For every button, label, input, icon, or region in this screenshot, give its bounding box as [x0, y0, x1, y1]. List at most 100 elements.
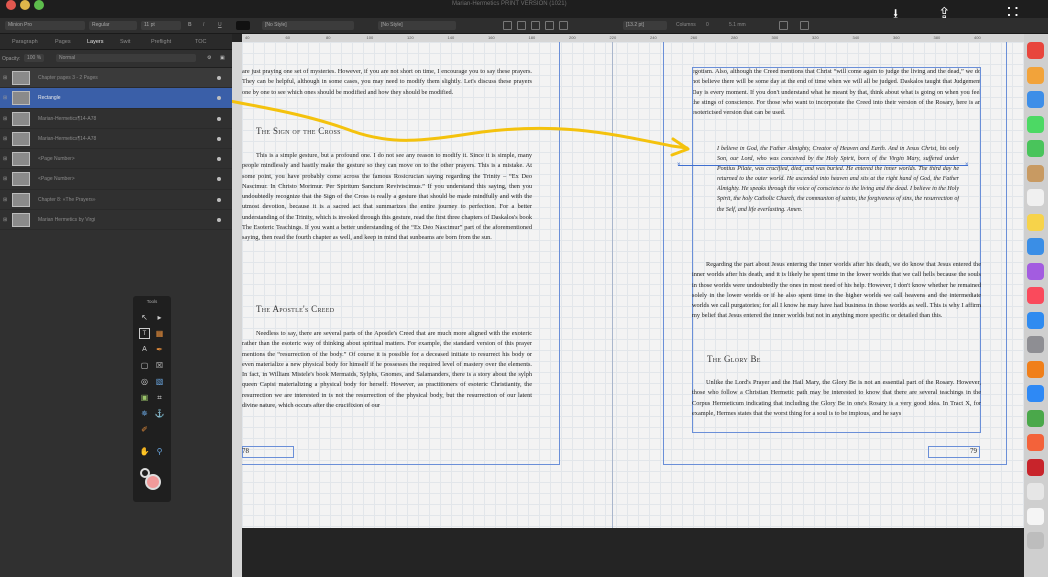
layer-row[interactable]: ⊞ <Page Number>: [0, 149, 232, 170]
text-frame-tool-icon[interactable]: T: [139, 328, 150, 339]
preview-icon[interactable]: [1027, 483, 1044, 500]
paragraph-style-select[interactable]: [No Style]: [262, 21, 354, 30]
expand-layer-icon[interactable]: ⊞: [3, 197, 7, 203]
visibility-toggle[interactable]: [217, 136, 221, 141]
layer-row[interactable]: ⊞ Chapter 8: «The Prayers»: [0, 190, 232, 211]
tab-pages[interactable]: Pages: [55, 39, 71, 45]
visibility-toggle[interactable]: [217, 96, 221, 101]
mac-dock: [1024, 34, 1048, 577]
studio-panel: Paragraph Pages Layers Swit Preflight TO…: [0, 34, 232, 577]
font-size-field[interactable]: 11 pt: [141, 21, 181, 30]
appstore-icon[interactable]: [1027, 311, 1044, 329]
podcasts-icon[interactable]: [1027, 262, 1044, 280]
expand-layer-icon[interactable]: ⊞: [3, 95, 7, 101]
vlc-icon[interactable]: [1027, 360, 1044, 378]
vector-crop-icon[interactable]: ▣: [139, 392, 150, 403]
align-right-icon[interactable]: [531, 21, 540, 30]
tab-paragraph[interactable]: Paragraph: [12, 39, 38, 45]
expand-layer-icon[interactable]: ⊞: [3, 136, 7, 142]
align-center-icon[interactable]: [517, 21, 526, 30]
visibility-toggle[interactable]: [217, 197, 221, 202]
lock-icon[interactable]: ▣: [220, 55, 225, 61]
photos-icon[interactable]: [1027, 66, 1044, 84]
visibility-toggle[interactable]: [217, 76, 221, 80]
messenger-icon[interactable]: [1027, 385, 1044, 402]
calendar-icon[interactable]: [1027, 189, 1044, 206]
gutter-value[interactable]: 5.1 mm: [729, 22, 746, 28]
character-style-select[interactable]: [No Style]: [378, 21, 456, 30]
visibility-toggle[interactable]: [217, 157, 221, 162]
visibility-toggle[interactable]: [217, 218, 221, 223]
publisher-icon[interactable]: [1027, 458, 1044, 476]
ellipse-tool-icon[interactable]: ◎: [139, 376, 150, 387]
node-tool-icon[interactable]: ▸: [154, 312, 165, 323]
tab-toc[interactable]: TOC: [195, 39, 207, 45]
table-tool-icon[interactable]: ▦: [154, 328, 165, 339]
hand-tool-icon[interactable]: ✋: [139, 446, 150, 457]
tab-preflight[interactable]: Preflight: [151, 39, 171, 45]
mail-icon[interactable]: [1027, 238, 1044, 255]
blend-mode-select[interactable]: Normal: [56, 54, 196, 62]
artistic-text-icon[interactable]: A: [139, 344, 150, 355]
textedit-icon[interactable]: [1027, 507, 1044, 525]
layer-row[interactable]: ⊞ Marian Hermetics by Virgi: [0, 210, 232, 231]
tab-swit[interactable]: Swit: [120, 39, 130, 45]
columns-value[interactable]: 0: [706, 22, 709, 28]
layer-settings-icon[interactable]: ⚙: [207, 55, 211, 61]
font-family-select[interactable]: Minion Pro: [5, 21, 85, 30]
expand-layer-icon[interactable]: ⊞: [3, 116, 7, 122]
facetime-icon[interactable]: [1027, 140, 1044, 157]
visibility-toggle[interactable]: [217, 116, 221, 121]
justify-icon[interactable]: [545, 21, 554, 30]
bold-button[interactable]: B: [188, 22, 192, 28]
text-color-swatch[interactable]: [236, 21, 250, 30]
underline-button[interactable]: U: [218, 22, 222, 28]
layer-row[interactable]: ⊞ Chapter pages 3 - 2 Pages: [0, 68, 232, 89]
leading-field[interactable]: [13.2 pt]: [623, 21, 667, 30]
pen-tool-icon[interactable]: ✒: [154, 344, 165, 355]
tab-layers[interactable]: Layers: [87, 39, 104, 45]
fill-tool-icon[interactable]: ✵: [139, 408, 150, 419]
align-left-icon[interactable]: [503, 21, 512, 30]
place-image-icon[interactable]: ▧: [154, 376, 165, 387]
expand-layer-icon[interactable]: ⊞: [3, 176, 7, 182]
expand-layer-icon[interactable]: ⊞: [3, 156, 7, 162]
settings-icon[interactable]: [1027, 336, 1044, 353]
brave-icon[interactable]: [1027, 434, 1044, 451]
document-canvas[interactable]: 40 60 80 100 120 140 160 180 200 220 240 260 280 300 3…: [232, 34, 1024, 577]
font-style-select[interactable]: Regular: [89, 21, 137, 30]
layer-row[interactable]: ⊞ Rectangle: [0, 88, 232, 109]
stroke-color-swatch[interactable]: [140, 468, 150, 478]
opacity-field[interactable]: 100 %: [24, 54, 45, 62]
frame-options-icon[interactable]: [779, 21, 788, 30]
color-picker-icon[interactable]: ✐: [139, 424, 150, 435]
utorrent-icon[interactable]: [1027, 409, 1044, 427]
crop-tool-icon[interactable]: ⌗: [154, 392, 165, 403]
layer-row[interactable]: ⊞ <Page Number>: [0, 169, 232, 190]
layer-row[interactable]: ⊞ Marian-Hermetics¶14-A78: [0, 129, 232, 150]
text-wrap-icon[interactable]: [800, 21, 809, 30]
finder-icon[interactable]: [1027, 164, 1044, 182]
rectangle-tool-icon[interactable]: ▢: [139, 360, 150, 371]
italic-button[interactable]: I: [203, 22, 204, 28]
layer-name: Marian-Hermetics¶14-A78: [38, 115, 97, 122]
close-window-button[interactable]: [6, 0, 16, 10]
music-icon[interactable]: [1027, 287, 1044, 304]
justify-all-icon[interactable]: [559, 21, 568, 30]
messages-icon[interactable]: [1027, 115, 1044, 133]
zoom-tool-icon[interactable]: ⚲: [154, 446, 165, 457]
layer-row[interactable]: ⊞ Marian-Hermetics¶14-A78: [0, 109, 232, 129]
visibility-toggle[interactable]: [217, 177, 221, 182]
notes-icon[interactable]: [1027, 213, 1044, 231]
columns-label: Columns: [676, 22, 696, 28]
transparency-tool-icon[interactable]: ⚓: [154, 408, 165, 419]
move-tool-icon[interactable]: ↖: [139, 312, 150, 323]
zoom-window-button[interactable]: [34, 0, 44, 10]
expand-layer-icon[interactable]: ⊞: [3, 217, 7, 223]
minimize-window-button[interactable]: [20, 0, 30, 10]
expand-layer-icon[interactable]: ⊞: [3, 75, 7, 81]
trash-icon[interactable]: [1027, 532, 1044, 549]
picture-frame-icon[interactable]: ☒: [154, 360, 165, 371]
safari-icon[interactable]: [1027, 91, 1044, 108]
chrome-icon[interactable]: [1027, 42, 1044, 59]
